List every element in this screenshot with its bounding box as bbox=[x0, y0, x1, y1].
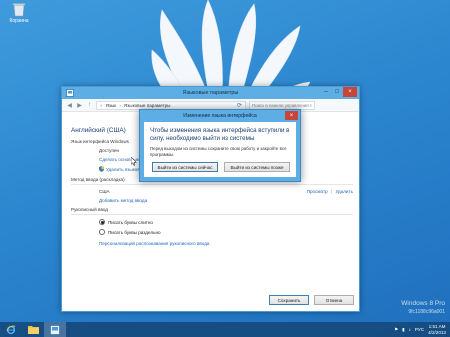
shield-icon bbox=[99, 166, 104, 172]
remove-method-link[interactable]: Удалить bbox=[335, 189, 353, 194]
clock-date: 4/2/2013 bbox=[428, 329, 446, 335]
mouse-cursor-icon bbox=[131, 157, 137, 166]
clock[interactable]: 1:51 AM 4/2/2013 bbox=[428, 324, 446, 335]
input-method-value: США bbox=[99, 189, 110, 194]
taskbar-control-panel[interactable] bbox=[44, 322, 66, 337]
window-title-bar[interactable]: Языковые параметры – □ × bbox=[62, 87, 359, 99]
forward-icon[interactable]: ▶ bbox=[76, 102, 83, 109]
radio-dot-selected[interactable] bbox=[99, 219, 105, 225]
section-divider bbox=[71, 214, 353, 215]
breadcrumb-chevron-icon: » bbox=[100, 102, 103, 108]
control-panel-icon bbox=[66, 89, 74, 97]
input-method-row: США Просмотр | Удалить bbox=[71, 189, 353, 194]
up-icon[interactable]: ↑ bbox=[86, 102, 93, 108]
breadcrumb-item-language[interactable]: Язык bbox=[106, 103, 117, 108]
dialog-title-bar[interactable]: Изменение языка интерфейса × bbox=[140, 110, 300, 121]
folder-icon bbox=[27, 326, 39, 334]
radio-separate[interactable]: Писать буквы раздельно bbox=[71, 229, 353, 235]
recycle-bin-icon bbox=[12, 3, 26, 17]
search-placeholder: Поиск в панели управления bbox=[252, 102, 309, 108]
radio-separate-label: Писать буквы раздельно bbox=[108, 229, 161, 235]
volume-icon[interactable]: ♪ bbox=[409, 327, 411, 332]
network-icon[interactable]: ▮ bbox=[402, 327, 405, 333]
dialog-body: Чтобы изменения языка интерфейса вступил… bbox=[144, 122, 296, 177]
window-title: Языковые параметры bbox=[182, 90, 239, 96]
section-divider bbox=[71, 184, 353, 185]
search-icon: ⌕ bbox=[309, 102, 312, 108]
preview-link[interactable]: Просмотр bbox=[307, 189, 328, 194]
radio-cursive[interactable]: Писать буквы слитно bbox=[71, 219, 353, 225]
watermark-edition: Windows 8 Pro bbox=[401, 300, 445, 307]
link-separator: | bbox=[330, 189, 333, 194]
save-button[interactable]: Сохранить bbox=[269, 295, 309, 305]
radio-dot[interactable] bbox=[99, 229, 105, 235]
language-indicator[interactable]: РУС bbox=[415, 327, 424, 332]
clock-time: 1:51 AM bbox=[428, 324, 446, 329]
taskbar-file-explorer[interactable] bbox=[22, 322, 44, 337]
dialog-close-button[interactable]: × bbox=[285, 111, 298, 120]
add-method-row: Добавить метод ввода bbox=[71, 198, 353, 203]
logoff-now-button[interactable]: Выйти из системы сейчас bbox=[152, 162, 218, 172]
taskbar: ⚑ ▮ ♪ РУС 1:51 AM 4/2/2013 bbox=[0, 322, 450, 337]
handwriting-label: Рукописный ввод bbox=[71, 207, 108, 212]
control-panel-icon bbox=[50, 324, 60, 335]
dialog-heading: Чтобы изменения языка интерфейса вступил… bbox=[150, 127, 290, 142]
logoff-later-button[interactable]: Выйти из системы позже bbox=[224, 162, 290, 172]
breadcrumb-item-language-options[interactable]: Языковые параметры bbox=[124, 103, 171, 108]
back-icon[interactable]: ◀ bbox=[66, 102, 73, 109]
dialog-text: Перед выходом из системы сохраните свою … bbox=[150, 146, 287, 157]
add-input-method-link[interactable]: Добавить метод ввода bbox=[99, 198, 147, 203]
breadcrumb-separator-icon: › bbox=[119, 102, 121, 108]
system-tray: ⚑ ▮ ♪ РУС 1:51 AM 4/2/2013 bbox=[394, 324, 450, 335]
internet-explorer-icon bbox=[6, 325, 16, 334]
refresh-icon[interactable]: ⟳ bbox=[237, 102, 242, 109]
watermark-build: 9fc1188c96a001 bbox=[408, 309, 445, 315]
personalize-handwriting-link[interactable]: Персонализация распознавания рукописного… bbox=[71, 241, 353, 246]
close-button[interactable]: × bbox=[343, 87, 357, 97]
dialog-title: Изменение языка интерфейса bbox=[183, 112, 257, 119]
flag-icon[interactable]: ⚑ bbox=[394, 327, 398, 333]
recycle-bin[interactable]: Корзина bbox=[6, 2, 32, 24]
cancel-button[interactable]: Отмена bbox=[314, 295, 354, 305]
recycle-bin-label: Корзина bbox=[9, 18, 29, 24]
windows-watermark: Windows 8 Pro 9fc1188c96a001 bbox=[401, 300, 445, 316]
radio-cursive-label: Писать буквы слитно bbox=[108, 219, 153, 225]
maximize-button[interactable]: □ bbox=[332, 87, 342, 97]
taskbar-internet-explorer[interactable] bbox=[0, 322, 22, 337]
change-display-language-dialog: Изменение языка интерфейса × Чтобы измен… bbox=[139, 109, 301, 182]
minimize-button[interactable]: – bbox=[321, 87, 331, 97]
window-footer: Сохранить Отмена bbox=[62, 289, 359, 311]
